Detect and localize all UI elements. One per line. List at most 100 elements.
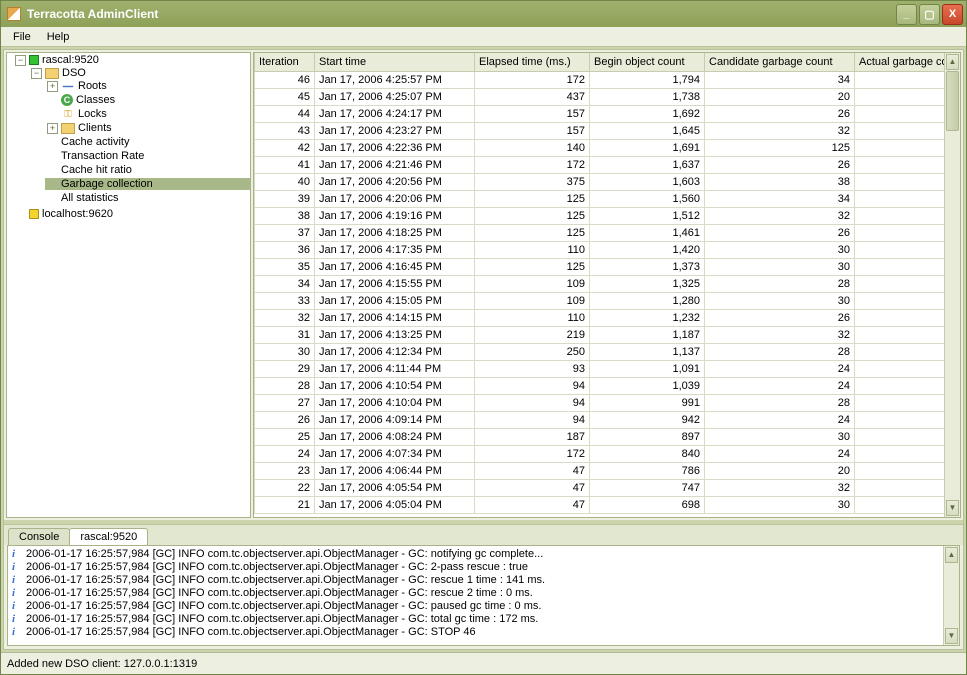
table-cell: 1,187 [590,326,705,343]
maximize-button[interactable]: ▢ [919,4,940,25]
collapse-icon[interactable]: − [31,68,42,79]
tree-node[interactable]: CClasses [45,94,250,106]
table-cell: 44 [255,105,315,122]
expand-icon[interactable]: + [47,123,58,134]
tree-spacer [47,109,58,120]
col-iteration[interactable]: Iteration [255,53,315,71]
table-row[interactable]: 21Jan 17, 2006 4:05:04 PM476983030 [255,496,945,513]
table-row[interactable]: 28Jan 17, 2006 4:10:54 PM941,0392424 [255,377,945,394]
tree-node[interactable]: +Clients [45,122,250,134]
tree-node[interactable]: −DSO [29,67,250,79]
table-cell: 110 [475,241,590,258]
tree-node[interactable]: Cache hit ratio [45,164,250,176]
tree-node[interactable]: − rascal:9520 [13,54,250,66]
table-row[interactable]: 23Jan 17, 2006 4:06:44 PM477862020 [255,462,945,479]
table-cell: 32 [705,122,855,139]
scroll-up-icon[interactable]: ▲ [946,54,959,70]
folder-icon [61,122,75,134]
tree-node[interactable]: Garbage collection [45,178,250,190]
table-cell: 172 [475,71,590,88]
console-lines[interactable]: i2006-01-17 16:25:57,984 [GC] INFO com.t… [8,546,943,645]
table-cell: 26 [855,224,945,241]
table-cell: 26 [705,224,855,241]
table-row[interactable]: 33Jan 17, 2006 4:15:05 PM1091,2803030 [255,292,945,309]
table-scrollbar[interactable]: ▲ ▼ [944,53,960,517]
tree-pane[interactable]: −rascal:9520−DSO+⎯⎯RootsCClasses⚿Locks+C… [6,52,251,518]
table-row[interactable]: 40Jan 17, 2006 4:20:56 PM3751,6033838 [255,173,945,190]
table-row[interactable]: 32Jan 17, 2006 4:14:15 PM1101,2322626 [255,309,945,326]
collapse-icon[interactable]: − [15,55,26,66]
table-row[interactable]: 42Jan 17, 2006 4:22:36 PM1401,691125125 [255,139,945,156]
table-cell: 30 [855,241,945,258]
table-row[interactable]: 37Jan 17, 2006 4:18:25 PM1251,4612626 [255,224,945,241]
scroll-thumb[interactable] [946,71,959,131]
close-button[interactable]: X [942,4,963,25]
col-start-time[interactable]: Start time [315,53,475,71]
table-cell: 187 [475,428,590,445]
table-row[interactable]: 27Jan 17, 2006 4:10:04 PM949912828 [255,394,945,411]
col-actual-count[interactable]: Actual garbage count [855,53,945,71]
col-begin-count[interactable]: Begin object count [590,53,705,71]
tree-node[interactable]: ⚿Locks [45,108,250,120]
table-cell: 140 [475,139,590,156]
col-candidate-count[interactable]: Candidate garbage count [705,53,855,71]
gc-table-scroll[interactable]: Iteration Start time Elapsed time (ms.) … [254,53,944,517]
table-row[interactable]: 25Jan 17, 2006 4:08:24 PM1878973030 [255,428,945,445]
table-row[interactable]: 26Jan 17, 2006 4:09:14 PM949422424 [255,411,945,428]
log-text: 2006-01-17 16:25:57,984 [GC] INFO com.tc… [26,548,543,561]
tree-node[interactable]: +⎯⎯Roots [45,80,250,92]
scroll-track[interactable] [945,131,960,499]
table-row[interactable]: 24Jan 17, 2006 4:07:34 PM1728402424 [255,445,945,462]
tree-spacer [47,193,58,204]
tab-server[interactable]: rascal:9520 [69,528,148,545]
tree-node[interactable]: localhost:9620 [13,208,250,220]
table-cell: 27 [255,394,315,411]
table-cell: 41 [255,156,315,173]
bottom-panel: Console rascal:9520 i2006-01-17 16:25:57… [4,524,963,649]
table-row[interactable]: 45Jan 17, 2006 4:25:07 PM4371,7382020 [255,88,945,105]
table-row[interactable]: 41Jan 17, 2006 4:21:46 PM1721,6372626 [255,156,945,173]
table-cell: 32 [855,479,945,496]
table-row[interactable]: 43Jan 17, 2006 4:23:27 PM1571,6453232 [255,122,945,139]
scroll-up-icon[interactable]: ▲ [945,547,958,563]
table-row[interactable]: 22Jan 17, 2006 4:05:54 PM477473232 [255,479,945,496]
table-cell: 33 [255,292,315,309]
tree-node[interactable]: Transaction Rate [45,150,250,162]
table-cell: 125 [475,207,590,224]
titlebar[interactable]: Terracotta AdminClient _ ▢ X [1,1,966,27]
tab-console[interactable]: Console [8,528,70,545]
log-line: i2006-01-17 16:25:57,984 [GC] INFO com.t… [12,600,939,613]
menu-file[interactable]: File [5,29,39,45]
col-elapsed[interactable]: Elapsed time (ms.) [475,53,590,71]
scroll-down-icon[interactable]: ▼ [946,500,959,516]
table-row[interactable]: 46Jan 17, 2006 4:25:57 PM1721,7943434 [255,71,945,88]
tree-node[interactable]: Cache activity [45,136,250,148]
table-row[interactable]: 36Jan 17, 2006 4:17:35 PM1101,4203030 [255,241,945,258]
scroll-down-icon[interactable]: ▼ [945,628,958,644]
table-row[interactable]: 30Jan 17, 2006 4:12:34 PM2501,1372828 [255,343,945,360]
table-cell: 94 [475,377,590,394]
tree-node-label: rascal:9520 [42,54,99,66]
table-row[interactable]: 35Jan 17, 2006 4:16:45 PM1251,3733030 [255,258,945,275]
table-cell: 24 [855,445,945,462]
menu-help[interactable]: Help [39,29,78,45]
table-row[interactable]: 38Jan 17, 2006 4:19:16 PM1251,5123232 [255,207,945,224]
tree-node[interactable]: All statistics [45,192,250,204]
table-cell: 125 [705,139,855,156]
table-cell: Jan 17, 2006 4:18:25 PM [315,224,475,241]
table-row[interactable]: 34Jan 17, 2006 4:15:55 PM1091,3252828 [255,275,945,292]
minimize-button[interactable]: _ [896,4,917,25]
table-cell: 1,137 [590,343,705,360]
table-cell: 26 [855,309,945,326]
table-cell: 786 [590,462,705,479]
table-row[interactable]: 44Jan 17, 2006 4:24:17 PM1571,6922626 [255,105,945,122]
table-row[interactable]: 39Jan 17, 2006 4:20:06 PM1251,5603434 [255,190,945,207]
console-scrollbar[interactable]: ▲ ▼ [943,546,959,645]
table-row[interactable]: 29Jan 17, 2006 4:11:44 PM931,0912424 [255,360,945,377]
expand-icon[interactable]: + [47,81,58,92]
table-cell: Jan 17, 2006 4:23:27 PM [315,122,475,139]
table-row[interactable]: 31Jan 17, 2006 4:13:25 PM2191,1873232 [255,326,945,343]
table-cell: 28 [855,275,945,292]
scroll-track[interactable] [944,564,959,627]
table-cell: 37 [255,224,315,241]
